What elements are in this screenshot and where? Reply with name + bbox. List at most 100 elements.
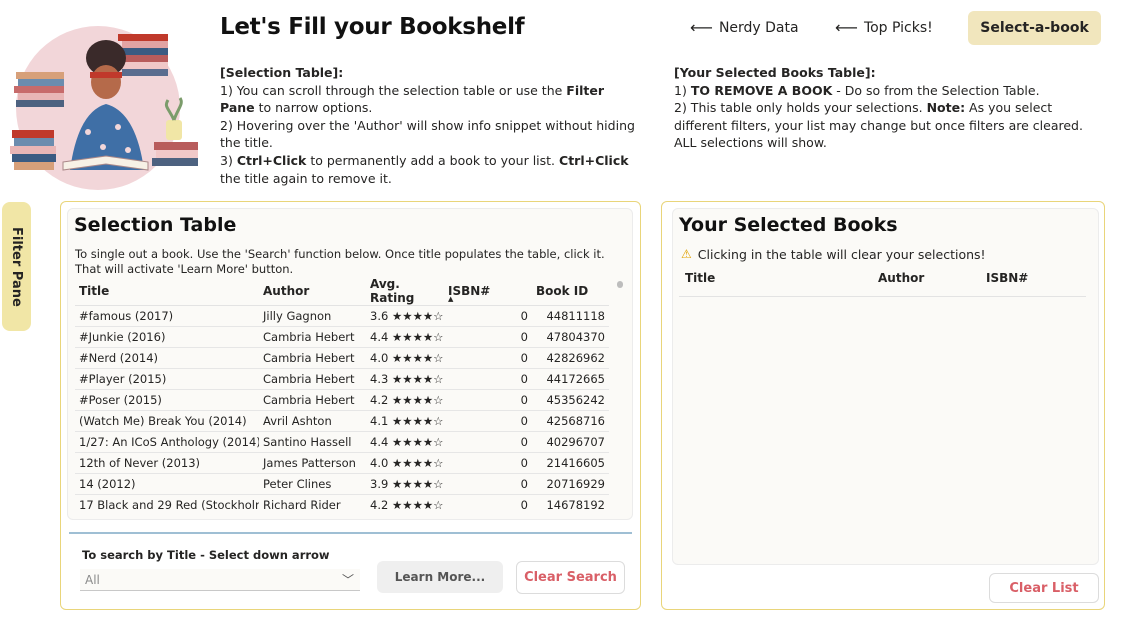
cell-author: Cambria Hebert — [259, 326, 366, 348]
cell-author: Richard Rider — [259, 494, 366, 511]
cell-rating: 4.4 ★★★★☆ — [366, 326, 444, 348]
column-header-author[interactable]: Author — [259, 277, 366, 306]
page-title: Let's Fill your Bookshelf — [220, 14, 525, 40]
warning-text: Clicking in the table will clear your se… — [697, 247, 986, 262]
cell-rating: 4.3 ★★★★☆ — [366, 368, 444, 390]
cell-isbn: 0 — [444, 494, 532, 511]
cell-isbn: 0 — [444, 368, 532, 390]
selected-books-table[interactable] — [679, 297, 1086, 557]
cell-rating: 4.2 ★★★★☆ — [366, 494, 444, 511]
cell-author: Peter Clines — [259, 473, 366, 495]
cell-title: (Watch Me) Break You (2014) — [75, 410, 259, 432]
cell-rating: 4.4 ★★★★☆ — [366, 431, 444, 453]
cell-isbn: 0 — [444, 326, 532, 348]
filter-pane-tab[interactable]: Filter Pane — [2, 202, 31, 331]
title-search-dropdown[interactable]: All ﹀ — [80, 569, 360, 591]
selection-instructions: [Selection Table]: 1) You can scroll thr… — [220, 64, 635, 187]
selected-column-isbn[interactable]: ISBN# — [986, 271, 1028, 285]
column-header-rating[interactable]: Avg. Rating — [366, 277, 444, 306]
instruction-text: 2) This table only holds your selections… — [674, 100, 927, 116]
selection-table-viewport[interactable]: Title Author Avg. Rating ISBN# ▲ Book ID … — [75, 277, 613, 511]
instruction-text: 2) Hovering over the 'Author' will show … — [220, 117, 635, 151]
cell-book-id: 42568716 — [532, 410, 609, 432]
table-row[interactable]: #Junkie (2016) Cambria Hebert 4.4 ★★★★☆ 0 47… — [75, 326, 609, 348]
reader-illustration — [10, 26, 198, 190]
cell-title: #Player (2015) — [75, 368, 259, 390]
cell-rating: 4.0 ★★★★☆ — [366, 452, 444, 474]
cell-title: 12th of Never (2013) — [75, 452, 259, 474]
warning-icon: ⚠ — [681, 247, 692, 261]
table-row[interactable]: #Poser (2015) Cambria Hebert 4.2 ★★★★☆ 0 453… — [75, 389, 609, 411]
cell-isbn: 0 — [444, 452, 532, 474]
instructions-heading: [Selection Table]: — [220, 65, 344, 80]
cell-author: Avril Ashton — [259, 410, 366, 432]
instruction-text: the title again to remove it. — [220, 170, 392, 186]
clear-list-button[interactable]: Clear List — [989, 573, 1099, 603]
nav-label: Top Picks! — [863, 19, 933, 36]
cell-book-id: 45356242 — [532, 389, 609, 411]
table-header-row: Title Author Avg. Rating ISBN# ▲ Book ID — [75, 277, 609, 306]
cell-title: #Nerd (2014) — [75, 347, 259, 369]
table-row[interactable]: 1/27: An ICoS Anthology (2014) Santino Ha… — [75, 431, 609, 453]
table-row[interactable]: #Player (2015) Cambria Hebert 4.3 ★★★★☆ 0 44… — [75, 368, 609, 390]
instruction-text: 1) You can scroll through the selection … — [220, 82, 567, 98]
cell-author: Cambria Hebert — [259, 347, 366, 369]
nav-select-a-book-button[interactable]: Select-a-book — [968, 11, 1101, 45]
table-row[interactable]: (Watch Me) Break You (2014) Avril Ashton 4… — [75, 410, 609, 432]
selected-column-title[interactable]: Title — [685, 271, 715, 285]
selected-books-title: Your Selected Books — [679, 214, 898, 236]
instruction-bold: Note: — [926, 100, 966, 116]
cell-author: Santino Hassell — [259, 431, 366, 453]
learn-more-button[interactable]: Learn More... — [377, 561, 503, 593]
column-header-book-id[interactable]: Book ID — [532, 277, 609, 306]
cell-rating: 3.6 ★★★★☆ — [366, 305, 444, 327]
cell-rating: 3.9 ★★★★☆ — [366, 473, 444, 495]
table-row[interactable]: 17 Black and 29 Red (Stockholm Richard Ri… — [75, 494, 609, 511]
table-row[interactable]: #famous (2017) Jilly Gagnon 3.6 ★★★★☆ 0 4481… — [75, 305, 609, 327]
selection-table-description: To single out a book. Use the 'Search' f… — [75, 247, 605, 276]
instruction-bold: TO REMOVE A BOOK — [690, 82, 833, 98]
cell-isbn: 0 — [444, 389, 532, 411]
cell-isbn: 0 — [444, 473, 532, 495]
column-header-title[interactable]: Title — [75, 277, 259, 306]
cell-isbn: 0 — [444, 410, 532, 432]
cell-title: #Poser (2015) — [75, 389, 259, 411]
table-scrollbar[interactable] — [617, 281, 623, 288]
instruction-text: to permanently add a book to your list. — [306, 152, 560, 168]
cell-book-id: 47804370 — [532, 326, 609, 348]
column-header-isbn-label: ISBN# — [448, 284, 491, 298]
selected-books-instructions: [Your Selected Books Table]: 1) TO REMOV… — [674, 64, 1099, 152]
instruction-text: 1) — [674, 82, 691, 98]
filter-pane-label: Filter Pane — [9, 226, 24, 307]
nav-nerdy-data-button[interactable]: ⟵ Nerdy Data — [690, 18, 799, 37]
nav-top-picks-button[interactable]: ⟵ Top Picks! — [835, 18, 933, 37]
cell-book-id: 14678192 — [532, 494, 609, 511]
selection-table-title: Selection Table — [74, 214, 237, 236]
cell-author: Cambria Hebert — [259, 389, 366, 411]
cell-author: Cambria Hebert — [259, 368, 366, 390]
cell-book-id: 44172665 — [532, 368, 609, 390]
selection-table: Title Author Avg. Rating ISBN# ▲ Book ID … — [75, 277, 609, 511]
cell-rating: 4.2 ★★★★☆ — [366, 389, 444, 411]
chevron-down-icon[interactable]: ﹀ — [342, 571, 354, 588]
arrow-left-icon: ⟵ — [690, 18, 713, 37]
nav-label: Nerdy Data — [718, 19, 799, 36]
table-row[interactable]: 14 (2012) Peter Clines 3.9 ★★★★☆ 0 20716929 — [75, 473, 609, 495]
instruction-bold: Ctrl+Click — [559, 152, 629, 168]
cell-rating: 4.0 ★★★★☆ — [366, 347, 444, 369]
arrow-left-icon: ⟵ — [835, 18, 858, 37]
column-header-isbn[interactable]: ISBN# ▲ — [444, 277, 532, 306]
table-row[interactable]: #Nerd (2014) Cambria Hebert 4.0 ★★★★☆ 0 4282… — [75, 347, 609, 369]
selected-column-author[interactable]: Author — [878, 271, 924, 285]
search-label: To search by Title - Select down arrow — [82, 548, 330, 562]
cell-book-id: 44811118 — [532, 305, 609, 327]
cell-rating: 4.1 ★★★★☆ — [366, 410, 444, 432]
cell-book-id: 42826962 — [532, 347, 609, 369]
table-row[interactable]: 12th of Never (2013) James Patterson 4.0 ★… — [75, 452, 609, 474]
instruction-bold: Ctrl+Click — [236, 152, 307, 168]
cell-isbn: 0 — [444, 431, 532, 453]
section-divider — [69, 532, 632, 534]
instruction-text: to narrow options. — [254, 100, 373, 116]
cell-title: 14 (2012) — [75, 473, 259, 495]
clear-search-button[interactable]: Clear Search — [516, 561, 625, 594]
